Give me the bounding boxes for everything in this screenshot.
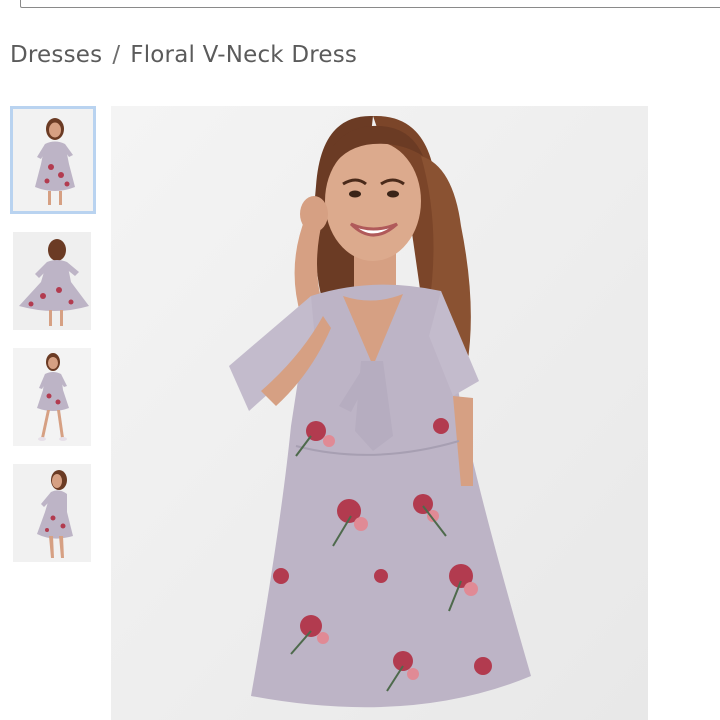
thumbnail-4[interactable]: [13, 464, 91, 562]
dress-front-thumbnail-icon: [13, 109, 93, 211]
thumbnail-3[interactable]: [13, 348, 91, 446]
thumbnail-1[interactable]: [10, 106, 96, 214]
breadcrumb-current: Floral V-Neck Dress: [130, 42, 358, 68]
dress-side-thumbnail-icon: [13, 464, 91, 562]
thumbnail-2[interactable]: [13, 232, 91, 330]
model-floral-dress-photo-icon: [111, 106, 648, 720]
thumbnail-list: [10, 106, 96, 580]
search-input[interactable]: [20, 0, 720, 8]
main-product-image[interactable]: [111, 106, 648, 720]
breadcrumb-link-dresses[interactable]: Dresses: [10, 42, 102, 68]
breadcrumb-separator: /: [112, 42, 121, 68]
product-page: Dresses / Floral V-Neck Dress: [0, 0, 720, 720]
dress-back-thumbnail-icon: [13, 232, 91, 330]
dress-walking-thumbnail-icon: [13, 348, 91, 446]
breadcrumb: Dresses / Floral V-Neck Dress: [10, 42, 357, 68]
